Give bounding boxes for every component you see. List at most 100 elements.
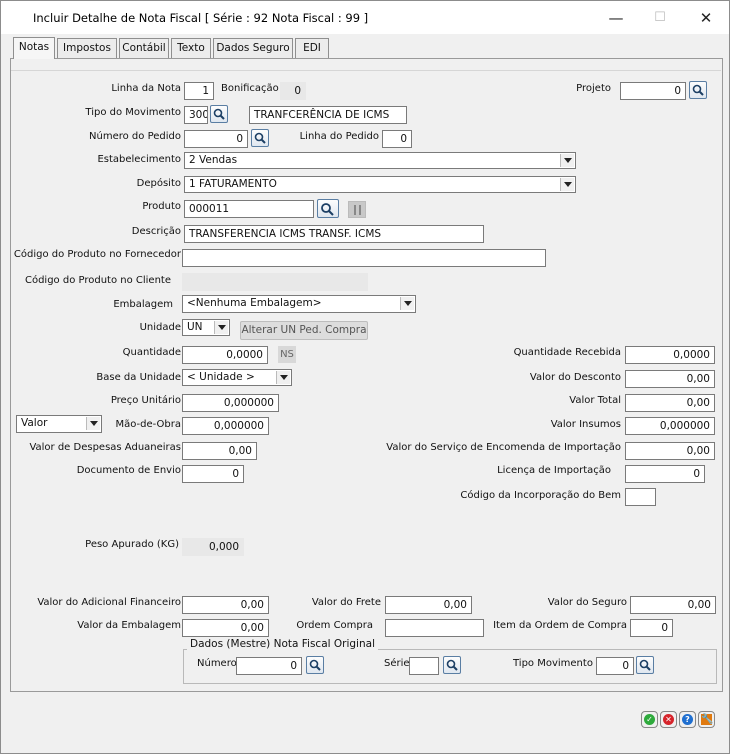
help-icon: ?: [682, 714, 693, 725]
documento-envio-input[interactable]: 0: [182, 465, 244, 483]
linha-nota-label: Linha da Nota: [111, 83, 181, 94]
tab-impostos[interactable]: Impostos: [57, 38, 117, 58]
embalagem-label: Embalagem: [113, 299, 173, 310]
produto-input[interactable]: 000011: [184, 200, 314, 218]
window-title: Incluir Detalhe de Nota Fiscal [ Série :…: [33, 11, 369, 25]
codigo-incorporacao-input[interactable]: [625, 488, 656, 506]
projeto-input[interactable]: 0: [620, 82, 686, 100]
despesas-aduaneiras-label: Valor de Despesas Aduaneiras: [29, 442, 181, 453]
tab-edi[interactable]: EDI: [295, 38, 329, 58]
nf-serie-search-icon[interactable]: [443, 656, 461, 674]
numero-pedido-search-icon[interactable]: [251, 129, 269, 147]
produto-label: Produto: [142, 201, 181, 212]
valor-insumos-label: Valor Insumos: [550, 419, 621, 430]
nf-tipo-movimento-search-icon[interactable]: [636, 656, 654, 674]
nf-serie-label: Série: [384, 658, 410, 669]
tipo-movimento-search-icon[interactable]: [210, 105, 228, 123]
nf-numero-search-icon[interactable]: [306, 656, 324, 674]
mao-obra-input[interactable]: 0,000000: [182, 417, 269, 435]
descricao-input[interactable]: TRANSFERENCIA ICMS TRANSF. ICMS: [184, 225, 484, 243]
valor-seguro-label: Valor do Seguro: [547, 597, 627, 608]
valor-insumos-input[interactable]: 0,000000: [625, 417, 715, 435]
valor-embalagem-input[interactable]: 0,00: [182, 619, 269, 637]
chevron-down-icon: [214, 321, 228, 334]
cod-cliente-input: [182, 273, 368, 291]
tools-button[interactable]: 🔧: [698, 711, 715, 728]
item-ordem-compra-input[interactable]: 0: [630, 619, 673, 637]
confirm-button[interactable]: ✓: [641, 711, 658, 728]
cancel-button[interactable]: ✕: [660, 711, 677, 728]
valor-embalagem-label: Valor da Embalagem: [77, 620, 181, 631]
embalagem-value: <Nenhuma Embalagem>: [187, 297, 322, 309]
mao-obra-mode-value: Valor: [21, 417, 48, 429]
tab-texto[interactable]: Texto: [171, 38, 211, 58]
barcode-icon[interactable]: [348, 201, 366, 218]
servico-encomenda-input[interactable]: 0,00: [625, 442, 715, 460]
nf-tipo-movimento-label: Tipo Movimento: [513, 658, 593, 669]
despesas-aduaneiras-input[interactable]: 0,00: [182, 442, 257, 460]
base-unidade-select[interactable]: < Unidade >: [182, 369, 292, 386]
servico-encomenda-label: Valor do Serviço de Encomenda de Importa…: [386, 442, 621, 453]
produto-search-icon[interactable]: [317, 199, 339, 218]
tab-dados-seguro[interactable]: Dados Seguro: [213, 38, 293, 58]
wrench-icon: 🔧: [701, 714, 714, 725]
minimize-button[interactable]: —: [593, 6, 639, 30]
preco-unitario-input[interactable]: 0,000000: [182, 394, 279, 412]
valor-seguro-input[interactable]: 0,00: [630, 596, 716, 614]
mao-obra-label: Mão-de-Obra: [115, 419, 181, 430]
nf-serie-input[interactable]: [409, 657, 439, 675]
quantidade-input[interactable]: 0,0000: [182, 346, 268, 364]
maximize-button[interactable]: ☐: [637, 6, 683, 30]
adicional-financeiro-label: Valor do Adicional Financeiro: [37, 597, 181, 608]
linha-nota-input[interactable]: 1: [184, 82, 214, 100]
licenca-importacao-input[interactable]: 0: [625, 465, 705, 483]
estabelecimento-select[interactable]: 2 Vendas: [184, 152, 576, 169]
estabelecimento-value: 2 Vendas: [189, 154, 238, 166]
close-button[interactable]: ✕: [683, 6, 729, 30]
ordem-compra-input[interactable]: [385, 619, 484, 637]
chevron-down-icon: [86, 417, 100, 430]
peso-apurado-input: 0,000: [182, 538, 244, 556]
numero-pedido-label: Número do Pedido: [89, 131, 181, 142]
qtd-recebida-input[interactable]: 0,0000: [625, 346, 715, 364]
nf-tipo-movimento-input[interactable]: 0: [596, 657, 634, 675]
numero-pedido-input[interactable]: 0: [184, 130, 248, 148]
nf-numero-input[interactable]: 0: [236, 657, 302, 675]
dialog-window: Incluir Detalhe de Nota Fiscal [ Série :…: [0, 0, 730, 754]
projeto-search-icon[interactable]: [689, 81, 707, 99]
tipo-movimento-input[interactable]: 300: [184, 106, 208, 124]
mao-obra-mode-select[interactable]: Valor: [16, 415, 102, 433]
alterar-un-button[interactable]: Alterar UN Ped. Compra: [240, 321, 368, 340]
check-icon: ✓: [644, 714, 655, 725]
tab-notas[interactable]: Notas: [13, 37, 55, 59]
ns-indicator[interactable]: NS: [278, 346, 296, 363]
qtd-recebida-label: Quantidade Recebida: [513, 347, 621, 358]
cod-fornecedor-input[interactable]: [182, 249, 546, 267]
projeto-label: Projeto: [576, 83, 611, 94]
chevron-down-icon: [276, 371, 290, 384]
help-button[interactable]: ?: [679, 711, 696, 728]
adicional-financeiro-input[interactable]: 0,00: [182, 596, 269, 614]
embalagem-select[interactable]: <Nenhuma Embalagem>: [182, 295, 416, 313]
valor-desconto-input[interactable]: 0,00: [625, 370, 715, 388]
preco-unitario-label: Preço Unitário: [110, 395, 181, 406]
base-unidade-value: < Unidade >: [187, 371, 255, 383]
unidade-label: Unidade: [139, 322, 181, 333]
tab-contabil[interactable]: Contábil: [119, 38, 169, 58]
deposito-label: Depósito: [136, 178, 181, 189]
chevron-down-icon: [560, 178, 574, 191]
peso-apurado-label: Peso Apurado (KG): [85, 539, 179, 550]
ordem-compra-label: Ordem Compra: [296, 620, 373, 631]
unidade-select[interactable]: UN: [182, 319, 230, 336]
cod-fornecedor-label: Código do Produto no Fornecedor: [13, 249, 181, 260]
valor-frete-input[interactable]: 0,00: [385, 596, 472, 614]
cod-cliente-label: Código do Produto no Cliente: [24, 275, 171, 286]
linha-pedido-label: Linha do Pedido: [299, 131, 379, 142]
unidade-value: UN: [187, 321, 203, 333]
valor-total-input: 0,00: [625, 394, 715, 412]
deposito-select[interactable]: 1 FATURAMENTO: [184, 176, 576, 193]
nf-numero-label: Número: [197, 658, 237, 669]
bonificacao-label: Bonificação: [221, 83, 279, 94]
codigo-incorporacao-label: Código da Incorporação do Bem: [460, 490, 621, 501]
linha-pedido-input[interactable]: 0: [382, 130, 412, 148]
